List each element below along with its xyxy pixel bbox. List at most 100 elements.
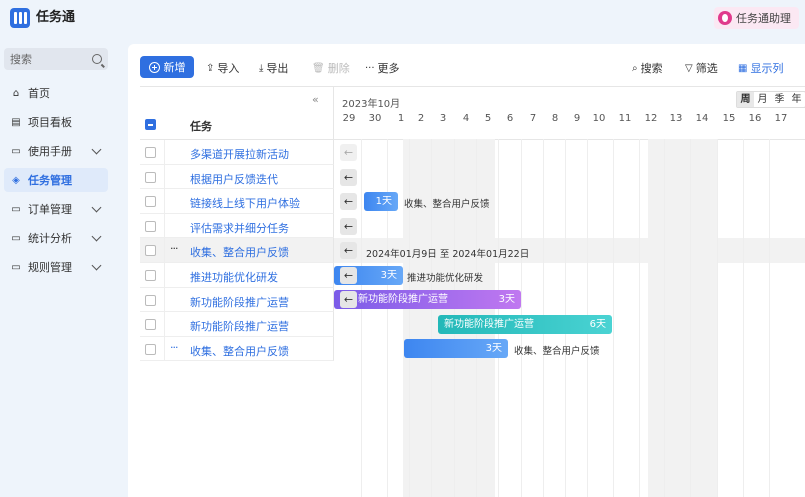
task-name[interactable]: 收集、整合用户反馈 — [190, 343, 289, 359]
task-name[interactable]: 推进功能优化研发 — [190, 269, 278, 285]
table-row[interactable]: 多渠道开展拉新活动 — [140, 140, 334, 165]
scale-quarter[interactable]: 季 — [771, 92, 788, 107]
more-dots-icon: ··· — [365, 62, 375, 74]
sidebar-item-tasks[interactable]: ◈ 任务管理 — [4, 168, 108, 192]
sidebar-search-input[interactable]: 搜索 — [4, 48, 108, 70]
day-gridline — [743, 139, 744, 497]
day-label: 1 — [397, 113, 405, 124]
day-label: 7 — [529, 113, 537, 124]
new-button-label: 新增 — [163, 61, 186, 74]
upload-icon: ⇪ — [206, 62, 215, 74]
day-gridline — [717, 139, 718, 497]
scale-year[interactable]: 年 — [788, 92, 805, 107]
row-checkbox[interactable] — [145, 171, 156, 183]
task-name[interactable]: 新功能阶段推广运营 — [190, 294, 289, 310]
row-checkbox[interactable] — [145, 294, 156, 306]
scroll-to-task-icon[interactable]: ← — [340, 193, 357, 210]
sidebar-item-manual[interactable]: ▭ 使用手册 — [4, 139, 108, 163]
collapse-icon[interactable]: « — [312, 93, 319, 106]
top-bar: 任务通 任务通助理 — [0, 0, 805, 36]
table-row[interactable]: ··· 收集、整合用户反馈 — [140, 238, 334, 263]
task-bar[interactable]: 1天 — [364, 192, 398, 211]
bar-name: 新功能阶段推广运营 — [358, 294, 448, 305]
table-row[interactable]: 新功能阶段推广运营 — [140, 287, 334, 313]
chevron-down-icon — [91, 231, 102, 241]
toolbar: 新增 ⇪ 导入 ⤓ 导出 🗑 删除 ··· 更多 ⌕ 搜索 ▽ 筛选 ▦ 显示列 — [128, 44, 805, 86]
day-label: 10 — [592, 113, 606, 124]
filter-button[interactable]: ▽ 筛选 — [685, 60, 718, 76]
export-button[interactable]: ⤓ 导出 — [259, 60, 288, 76]
columns-button[interactable]: ▦ 显示列 — [738, 60, 783, 76]
day-gridline — [639, 139, 640, 497]
row-more-icon[interactable]: ··· — [170, 242, 178, 255]
delete-button[interactable]: 🗑 删除 — [312, 60, 350, 76]
sidebar-item-label: 任务管理 — [28, 174, 72, 187]
sidebar-item-stats[interactable]: ▭ 统计分析 — [4, 226, 108, 250]
chevron-down-icon — [91, 202, 102, 212]
scroll-to-task-icon[interactable]: ← — [340, 291, 357, 308]
folder-icon: ▭ — [11, 232, 21, 244]
task-bar[interactable]: 3天 — [404, 339, 508, 358]
table-row[interactable]: 根据用户反馈迭代 — [140, 164, 334, 190]
row-divider — [164, 164, 165, 189]
row-checkbox[interactable] — [145, 147, 156, 158]
row-checkbox[interactable] — [145, 245, 156, 257]
task-bar[interactable]: 新功能阶段推广运营 3天 — [334, 290, 521, 309]
layers-icon: ◈ — [12, 174, 20, 186]
task-name[interactable]: 收集、整合用户反馈 — [190, 244, 289, 260]
chevron-down-icon — [91, 260, 102, 270]
sidebar-item-home[interactable]: ⌂ 首页 — [4, 81, 108, 105]
scale-month[interactable]: 月 — [754, 92, 771, 107]
table-row[interactable]: 推进功能优化研发 — [140, 263, 334, 288]
table-row[interactable]: 评估需求并细分任务 — [140, 213, 334, 239]
row-checkbox[interactable] — [145, 319, 156, 331]
new-button[interactable]: 新增 — [140, 56, 194, 78]
row-divider — [164, 238, 165, 262]
task-bar[interactable]: 新功能阶段推广运营 6天 — [438, 315, 612, 334]
table-row[interactable]: ··· 收集、整合用户反馈 — [140, 336, 334, 362]
sidebar-item-board[interactable]: ▤ 项目看板 — [4, 110, 108, 134]
scale-week[interactable]: 周 — [737, 92, 754, 107]
row-checkbox[interactable] — [145, 343, 156, 355]
bar-label: 推进功能优化研发 — [407, 273, 484, 284]
sidebar-item-orders[interactable]: ▭ 订单管理 — [4, 197, 108, 221]
scroll-to-task-icon[interactable]: ← — [340, 144, 357, 161]
task-name[interactable]: 链接线上线下用户体验 — [190, 195, 300, 211]
row-checkbox[interactable] — [145, 220, 156, 232]
table-row[interactable]: 新功能阶段推广运营 — [140, 312, 334, 337]
main-panel: 新增 ⇪ 导入 ⤓ 导出 🗑 删除 ··· 更多 ⌕ 搜索 ▽ 筛选 ▦ 显示列 — [128, 44, 805, 497]
import-button[interactable]: ⇪ 导入 — [206, 60, 239, 76]
task-name[interactable]: 评估需求并细分任务 — [190, 220, 289, 236]
app-title: 任务通 — [36, 10, 76, 25]
day-gridline — [769, 139, 770, 497]
sidebar-item-rules[interactable]: ▭ 规则管理 — [4, 255, 108, 279]
day-label: 9 — [573, 113, 581, 124]
scroll-to-task-icon[interactable]: ← — [340, 242, 357, 259]
columns-icon: ▦ — [738, 62, 748, 74]
task-name[interactable]: 新功能阶段推广运营 — [190, 318, 289, 334]
bar-duration: 3天 — [380, 270, 397, 281]
row-checkbox[interactable] — [145, 196, 156, 208]
day-label: 2 — [417, 113, 425, 124]
assistant-button[interactable]: 任务通助理 — [714, 7, 799, 29]
row-more-icon[interactable]: ··· — [170, 341, 178, 354]
more-button[interactable]: ··· 更多 — [365, 60, 400, 76]
day-label: 3 — [439, 113, 447, 124]
search-button[interactable]: ⌕ 搜索 — [632, 60, 663, 76]
bar-duration: 1天 — [375, 196, 392, 207]
scroll-to-task-icon[interactable]: ← — [340, 218, 357, 235]
day-label: 13 — [669, 113, 683, 124]
day-gridline — [431, 139, 432, 497]
weekend-shade — [648, 139, 717, 497]
scroll-to-task-icon[interactable]: ← — [340, 267, 357, 284]
time-scale-switch[interactable]: 周 月 季 年 — [736, 91, 805, 108]
day-gridline — [690, 139, 691, 497]
select-all-checkbox[interactable] — [145, 119, 156, 130]
table-row[interactable]: 链接线上线下用户体验 — [140, 189, 334, 214]
task-name[interactable]: 多渠道开展拉新活动 — [190, 146, 289, 162]
task-name[interactable]: 根据用户反馈迭代 — [190, 171, 278, 187]
search-icon: ⌕ — [632, 62, 638, 74]
day-gridline — [613, 139, 614, 497]
row-checkbox[interactable] — [145, 270, 156, 281]
scroll-to-task-icon[interactable]: ← — [340, 169, 357, 186]
